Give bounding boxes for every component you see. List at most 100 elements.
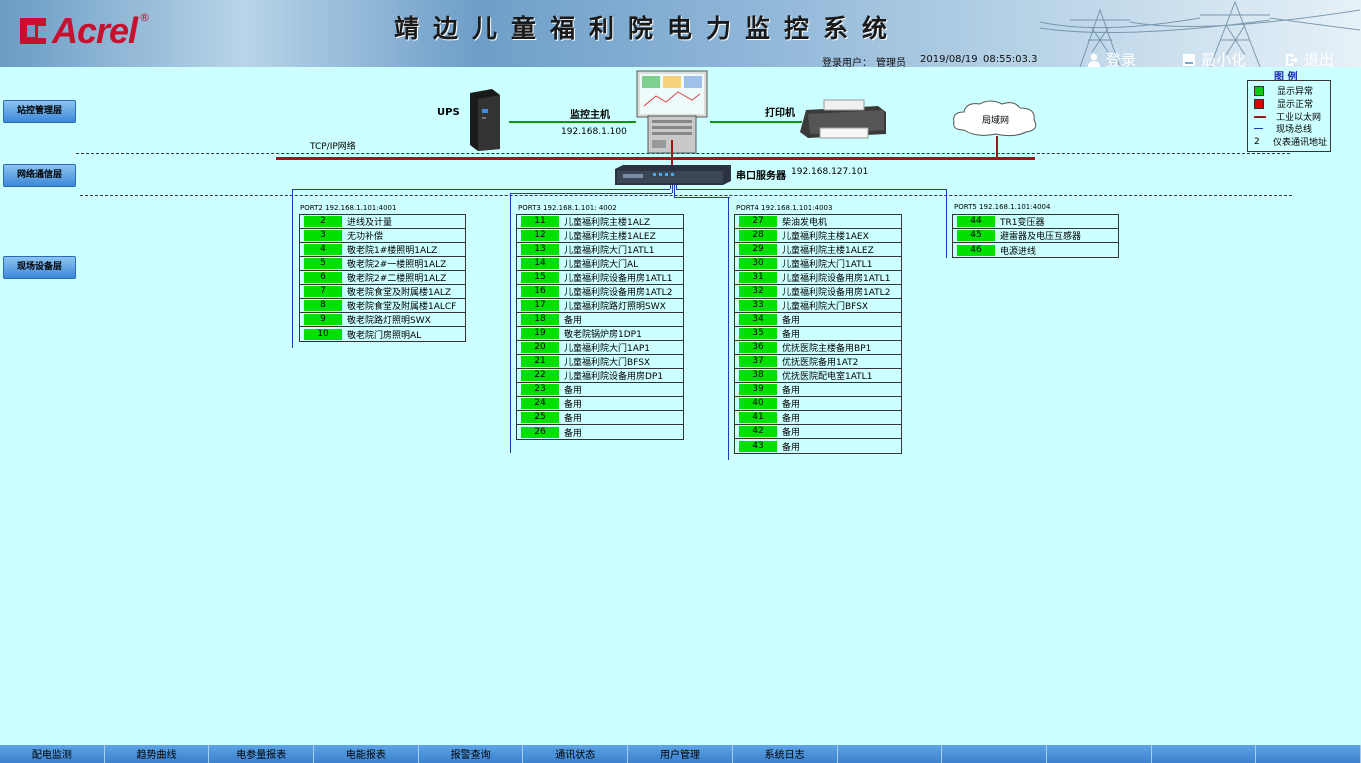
device-name: 优抚医院主楼备用BP1 xyxy=(782,344,872,354)
device-row[interactable]: 27 柴油发电机 xyxy=(735,215,901,229)
device-row[interactable]: 36 优抚医院主楼备用BP1 xyxy=(735,341,901,355)
device-address-badge: 5 xyxy=(304,258,342,269)
device-row[interactable]: 32 儿童福利院设备用房1ATL2 xyxy=(735,285,901,299)
device-address-badge: 18 xyxy=(521,314,559,325)
device-row[interactable]: 44 TR1变压器 xyxy=(953,215,1118,229)
device-address-badge: 23 xyxy=(521,384,559,395)
device-row[interactable]: 12 儿童福利院主楼1ALEZ xyxy=(517,229,683,243)
device-row[interactable]: 3 无功补偿 xyxy=(300,229,465,243)
user-icon xyxy=(1088,53,1100,67)
port4-label: PORT4 192.168.1.101:4003 xyxy=(736,204,833,212)
device-row[interactable]: 30 儿童福利院大门1ATL1 xyxy=(735,257,901,271)
exit-button-label: 退出 xyxy=(1304,51,1335,69)
device-row[interactable]: 18 备用 xyxy=(517,313,683,327)
lan-label: 局域网 xyxy=(982,116,1010,126)
tab-empty-10[interactable] xyxy=(1046,745,1152,763)
tab-1[interactable]: 趋势曲线 xyxy=(104,745,210,763)
device-row[interactable]: 7 敬老院食堂及附属楼1ALZ xyxy=(300,285,465,299)
device-row[interactable]: 34 备用 xyxy=(735,313,901,327)
printer-label: 打印机 xyxy=(765,108,795,119)
device-name: 儿童福利院大门BFSX xyxy=(782,302,869,312)
minimize-button[interactable]: 最小化 xyxy=(1182,49,1246,70)
device-row[interactable]: 35 备用 xyxy=(735,327,901,341)
device-row[interactable]: 38 优抚医院配电室1ATL1 xyxy=(735,369,901,383)
device-address-badge: 25 xyxy=(521,412,559,423)
bus-drop-3 xyxy=(674,185,675,197)
device-row[interactable]: 40 备用 xyxy=(735,397,901,411)
device-row[interactable]: 46 电源进线 xyxy=(953,243,1118,257)
device-name: 儿童福利院大门1ATL1 xyxy=(782,260,873,270)
device-row[interactable]: 43 备用 xyxy=(735,439,901,453)
device-row[interactable]: 45 避雷器及电压互感器 xyxy=(953,229,1118,243)
network-layer-button[interactable]: 网络通信层 xyxy=(3,164,76,187)
device-row[interactable]: 2 进线及计量 xyxy=(300,215,465,229)
device-name: 备用 xyxy=(782,428,801,438)
device-name: 敬老院食堂及附属楼1ALCF xyxy=(347,302,457,312)
legend-red-swatch xyxy=(1254,98,1264,109)
station-layer-button[interactable]: 站控管理层 xyxy=(3,100,76,123)
tab-empty-8[interactable] xyxy=(837,745,943,763)
device-row[interactable]: 19 敬老院锅炉房1DP1 xyxy=(517,327,683,341)
tab-7[interactable]: 系统日志 xyxy=(732,745,838,763)
device-row[interactable]: 42 备用 xyxy=(735,425,901,439)
tab-5[interactable]: 通讯状态 xyxy=(523,745,629,763)
device-row[interactable]: 4 敬老院1#楼照明1ALZ xyxy=(300,243,465,257)
device-row[interactable]: 16 儿童福利院设备用房1ATL2 xyxy=(517,285,683,299)
legend-address: 2 仪表通讯地址 xyxy=(1254,135,1328,149)
device-row[interactable]: 13 儿童福利院大门1ATL1 xyxy=(517,243,683,257)
device-row[interactable]: 10 敬老院门房照明AL xyxy=(300,327,465,341)
layer-divider-2 xyxy=(80,195,1292,196)
device-row[interactable]: 5 敬老院2#一楼照明1ALZ xyxy=(300,257,465,271)
tab-empty-9[interactable] xyxy=(942,745,1047,763)
device-row[interactable]: 6 敬老院2#二楼照明1ALZ xyxy=(300,271,465,285)
device-address-badge: 21 xyxy=(521,356,559,367)
tab-empty-11[interactable] xyxy=(1151,745,1257,763)
device-name: 儿童福利院主楼1ALZ xyxy=(564,218,651,228)
tab-empty-12[interactable] xyxy=(1256,745,1361,763)
field-layer-button[interactable]: 现场设备层 xyxy=(3,256,76,279)
device-name: 儿童福利院主楼1AEX xyxy=(782,232,869,242)
device-row[interactable]: 28 儿童福利院主楼1AEX xyxy=(735,229,901,243)
tcp-network-label: TCP/IP网络 xyxy=(310,142,356,152)
device-row[interactable]: 20 儿童福利院大门1AP1 xyxy=(517,341,683,355)
device-row[interactable]: 24 备用 xyxy=(517,397,683,411)
port3-label: PORT3 192.168.1.101: 4002 xyxy=(518,204,617,212)
exit-button[interactable]: 退出 xyxy=(1285,49,1334,70)
tab-4[interactable]: 报警查询 xyxy=(418,745,524,763)
device-row[interactable]: 15 儿童福利院设备用房1ATL1 xyxy=(517,271,683,285)
device-row[interactable]: 41 备用 xyxy=(735,411,901,425)
device-address-badge: 22 xyxy=(521,370,559,381)
device-name: 电源进线 xyxy=(1000,246,1037,257)
device-address-badge: 13 xyxy=(521,244,559,255)
tab-0[interactable]: 配电监测 xyxy=(0,745,105,763)
device-address-badge: 8 xyxy=(304,300,342,311)
tab-6[interactable]: 用户管理 xyxy=(628,745,733,763)
device-address-badge: 12 xyxy=(521,230,559,241)
legend-address-label: 仪表通讯地址 xyxy=(1273,138,1328,148)
device-row[interactable]: 22 儿童福利院设备用房DP1 xyxy=(517,369,683,383)
device-address-badge: 10 xyxy=(304,328,342,340)
device-address-badge: 39 xyxy=(739,384,777,395)
lan-drop-line xyxy=(996,136,998,158)
device-row[interactable]: 17 儿童福利院路灯照明SWX xyxy=(517,299,683,313)
device-name: 备用 xyxy=(564,414,583,424)
login-button[interactable]: 登录 xyxy=(1087,49,1136,70)
device-row[interactable]: 37 优抚医院备用1AT2 xyxy=(735,355,901,369)
device-row[interactable]: 8 敬老院食堂及附属楼1ALCF xyxy=(300,299,465,313)
device-row[interactable]: 33 儿童福利院大门BFSX xyxy=(735,299,901,313)
device-row[interactable]: 25 备用 xyxy=(517,411,683,425)
device-row[interactable]: 31 儿童福利院设备用房1ATL1 xyxy=(735,271,901,285)
device-row[interactable]: 21 儿童福利院大门BFSX xyxy=(517,355,683,369)
device-name: 儿童福利院设备用房1ATL1 xyxy=(782,274,891,284)
device-row[interactable]: 39 备用 xyxy=(735,383,901,397)
device-row[interactable]: 11 儿童福利院主楼1ALZ xyxy=(517,215,683,229)
device-row[interactable]: 26 备用 xyxy=(517,425,683,439)
current-date: 2019/08/19 xyxy=(920,54,978,65)
device-row[interactable]: 9 敬老院路灯照明SWX xyxy=(300,313,465,327)
device-row[interactable]: 14 儿童福利院大门AL xyxy=(517,257,683,271)
tab-3[interactable]: 电能报表 xyxy=(314,745,419,763)
device-row[interactable]: 29 儿童福利院主楼1ALEZ xyxy=(735,243,901,257)
acrel-logo-icon xyxy=(18,16,48,46)
tab-2[interactable]: 电参量报表 xyxy=(209,745,315,763)
device-row[interactable]: 23 备用 xyxy=(517,383,683,397)
